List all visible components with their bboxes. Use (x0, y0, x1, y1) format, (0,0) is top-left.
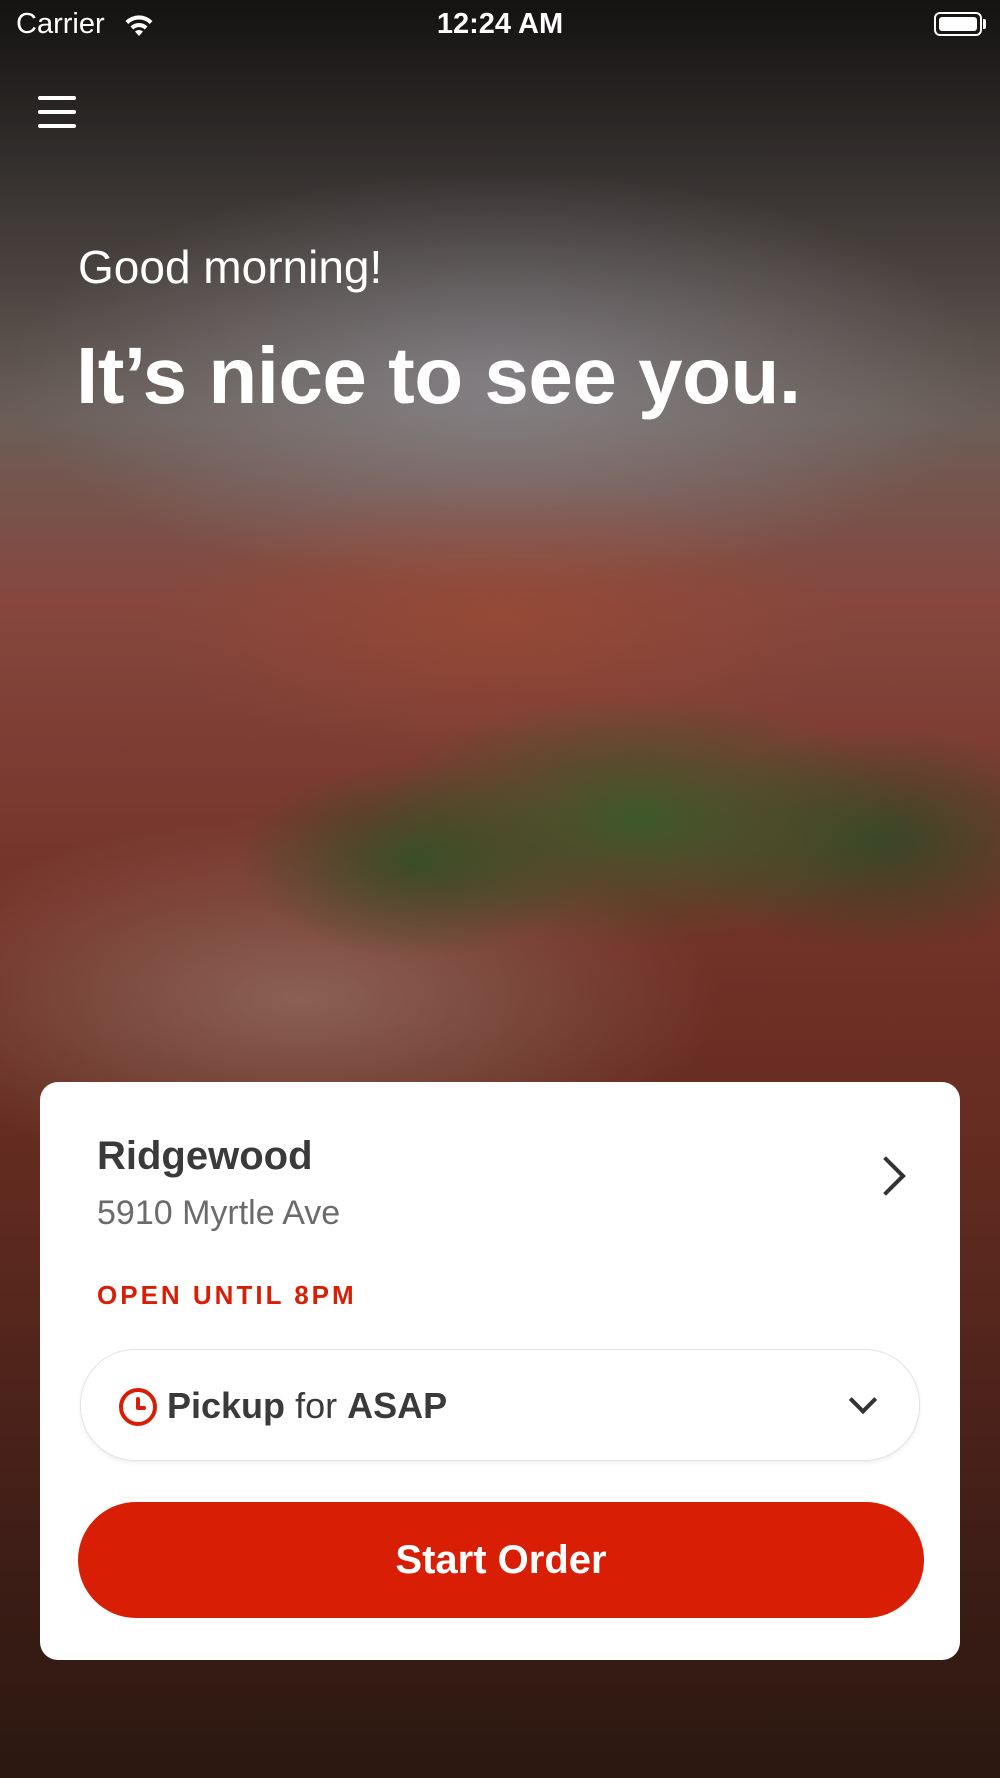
hamburger-menu-icon[interactable] (36, 90, 80, 134)
chevron-down-icon (848, 1385, 878, 1415)
battery-icon (934, 12, 986, 36)
clock-icon (119, 1388, 157, 1426)
pickup-mode: Pickup (167, 1385, 286, 1426)
location-address: 5910 Myrtle Ave (97, 1194, 341, 1232)
greeting-text: Good morning! (78, 241, 383, 293)
headline-text: It’s nice to see you. (76, 331, 801, 420)
start-order-button[interactable]: Start Order (78, 1502, 924, 1618)
open-status-label: OPEN UNTIL 8PM (97, 1280, 357, 1310)
location-selector[interactable]: Ridgewood 5910 Myrtle Ave (40, 1082, 960, 1272)
pickup-time: ASAP (347, 1385, 448, 1426)
clock-time: 12:24 AM (436, 8, 564, 40)
pickup-summary: Pickup for ASAP (167, 1385, 447, 1427)
status-bar: Carrier 12:24 AM (0, 0, 1000, 50)
pickup-connector: for (295, 1385, 338, 1426)
location-card: Ridgewood 5910 Myrtle Ave OPEN UNTIL 8PM… (40, 1082, 960, 1660)
chevron-right-icon (866, 1156, 906, 1196)
pickup-time-dropdown[interactable]: Pickup for ASAP (80, 1349, 920, 1461)
location-name: Ridgewood (97, 1134, 313, 1178)
